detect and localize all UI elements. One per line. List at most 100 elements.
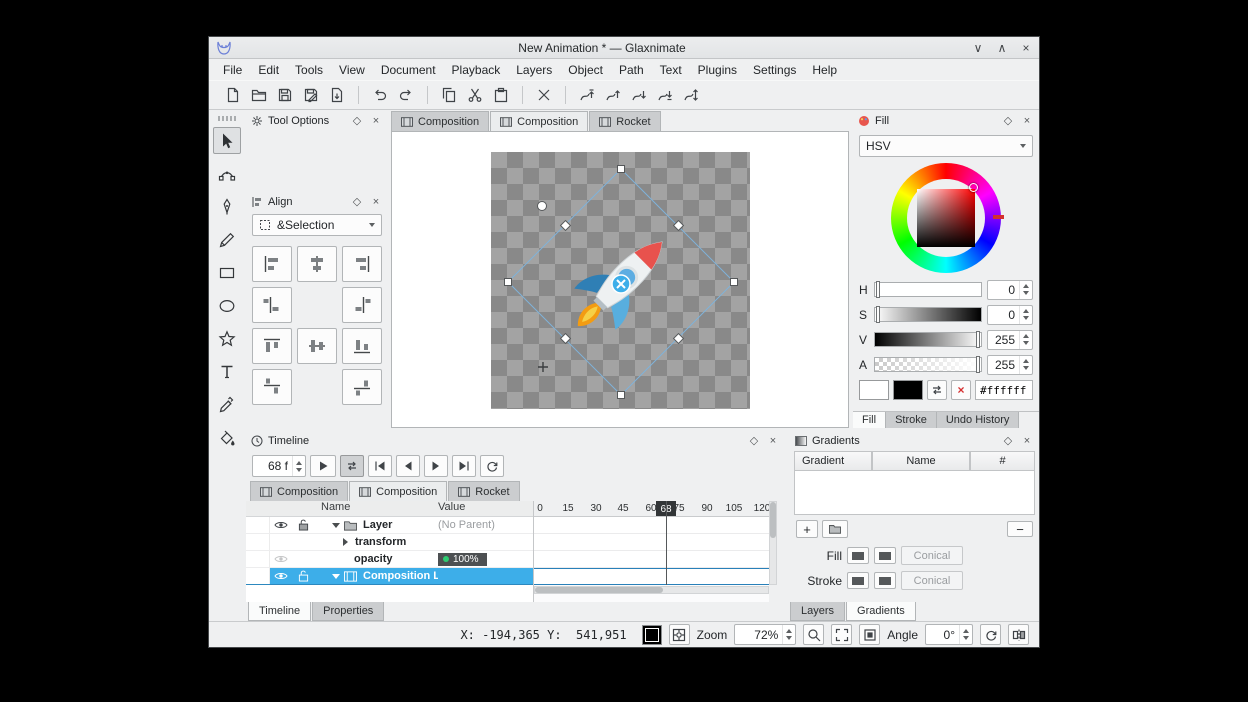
saturation-value-square[interactable] <box>917 189 975 247</box>
tab-stroke[interactable]: Stroke <box>886 412 937 428</box>
float-panel-icon[interactable]: ◇ <box>350 116 364 127</box>
toolbar-drag-handle[interactable] <box>218 116 236 121</box>
transform-row[interactable]: transform <box>246 534 533 551</box>
align-outside-top-button[interactable] <box>252 369 292 405</box>
save-as-button[interactable] <box>299 83 323 107</box>
menu-help[interactable]: Help <box>804 61 845 79</box>
loop-button[interactable] <box>340 455 364 477</box>
select-tool-button[interactable] <box>213 127 241 154</box>
timeline-tab-composition-2[interactable]: Composition <box>349 481 447 501</box>
menu-view[interactable]: View <box>331 61 373 79</box>
menu-file[interactable]: File <box>215 61 250 79</box>
titlebar[interactable]: New Animation * — Glaxnimate ∨ ∧ × <box>209 37 1039 59</box>
playhead[interactable] <box>666 501 667 585</box>
ellipse-tool-button[interactable] <box>213 292 241 319</box>
stroke-gradient-toggle-2[interactable] <box>874 572 896 589</box>
menu-edit[interactable]: Edit <box>250 61 287 79</box>
timeline-header[interactable]: Timeline ◇ × <box>246 431 785 451</box>
slider-handle[interactable] <box>876 306 880 323</box>
menu-path[interactable]: Path <box>611 61 652 79</box>
align-v-center-button[interactable] <box>297 328 337 364</box>
align-left-button[interactable] <box>252 246 292 282</box>
alpha-spinbox[interactable]: 255 <box>987 355 1033 375</box>
align-outside-bottom-button[interactable] <box>342 369 382 405</box>
rotate-handle[interactable] <box>538 202 547 211</box>
close-panel-icon[interactable]: × <box>369 197 383 208</box>
keyframe-track[interactable] <box>534 517 769 534</box>
fill-gradient-toggle-2[interactable] <box>874 547 896 564</box>
composition-layer-row[interactable]: Composition Layer <box>246 568 533 585</box>
slider-handle[interactable] <box>976 356 980 373</box>
previous-frame-button[interactable] <box>396 455 420 477</box>
close-icon[interactable]: × <box>1020 42 1032 54</box>
name-column-header[interactable]: Name <box>872 451 970 471</box>
visibility-toggle[interactable] <box>270 571 292 581</box>
align-outside-left-button[interactable] <box>252 287 292 323</box>
tab-timeline[interactable]: Timeline <box>248 602 311 621</box>
color-picker-tool-button[interactable] <box>213 391 241 418</box>
export-button[interactable] <box>325 83 349 107</box>
value-column-header[interactable]: Value <box>438 501 533 516</box>
opacity-row[interactable]: opacity 100% <box>246 551 533 568</box>
hue-slider[interactable] <box>874 282 982 297</box>
menu-playback[interactable]: Playback <box>444 61 509 79</box>
timeline-horizontal-scrollbar[interactable] <box>534 586 769 594</box>
timeline-ruler[interactable]: 0 15 30 45 60 75 90 105 120 68 <box>534 501 769 517</box>
layer-parent-value[interactable]: (No Parent) <box>438 519 533 531</box>
clear-color-button[interactable]: × <box>951 380 971 400</box>
menu-document[interactable]: Document <box>373 61 444 79</box>
tab-undo-history[interactable]: Undo History <box>937 412 1020 428</box>
fill-header[interactable]: Fill ◇ × <box>853 111 1039 131</box>
keyframe-area[interactable]: 0 15 30 45 60 75 90 105 120 68 <box>534 501 769 602</box>
close-panel-icon[interactable]: × <box>766 436 780 447</box>
gradient-presets-button[interactable] <box>822 520 848 538</box>
slider-handle[interactable] <box>976 331 980 348</box>
close-panel-icon[interactable]: × <box>1020 116 1034 127</box>
value-slider[interactable] <box>874 332 982 347</box>
visibility-toggle[interactable] <box>270 520 292 530</box>
canvas-viewport[interactable] <box>391 131 849 428</box>
frame-spinbox[interactable]: 68 f <box>252 455 306 477</box>
name-column-header[interactable]: Name <box>321 501 438 516</box>
focus-canvas-button[interactable] <box>669 624 690 645</box>
tab-layers[interactable]: Layers <box>790 602 845 621</box>
rectangle-tool-button[interactable] <box>213 259 241 286</box>
lock-toggle[interactable] <box>292 519 314 531</box>
timeline-tab-composition-1[interactable]: Composition <box>250 481 348 501</box>
fit-view-button[interactable] <box>831 624 852 645</box>
fill-tool-button[interactable] <box>213 424 241 451</box>
float-panel-icon[interactable]: ◇ <box>350 197 364 208</box>
edit-nodes-tool-button[interactable] <box>213 160 241 187</box>
secondary-color-swatch[interactable] <box>893 380 923 400</box>
bezier-tool-button[interactable] <box>213 193 241 220</box>
tab-fill[interactable]: Fill <box>853 412 886 428</box>
actual-size-button[interactable] <box>859 624 880 645</box>
zoom-fit-button[interactable] <box>803 624 824 645</box>
go-to-first-frame-button[interactable] <box>368 455 392 477</box>
float-panel-icon[interactable]: ◇ <box>747 436 761 447</box>
redo-button[interactable] <box>394 83 418 107</box>
tab-rocket[interactable]: Rocket <box>589 111 660 131</box>
record-keyframes-button[interactable] <box>480 455 504 477</box>
zoom-spinbox[interactable]: 72% <box>734 624 796 645</box>
angle-spinbox[interactable]: 0° <box>925 624 973 645</box>
menu-plugins[interactable]: Plugins <box>690 61 745 79</box>
tab-gradients[interactable]: Gradients <box>846 602 916 621</box>
flip-view-button[interactable] <box>1008 624 1029 645</box>
tool-options-header[interactable]: Tool Options ◇ × <box>246 111 388 131</box>
primary-color-swatch[interactable] <box>859 380 889 400</box>
go-to-last-frame-button[interactable] <box>452 455 476 477</box>
tab-properties[interactable]: Properties <box>312 602 384 621</box>
raise-button[interactable] <box>601 83 625 107</box>
property-name[interactable]: opacity <box>352 553 438 565</box>
current-color-indicator[interactable] <box>642 625 662 645</box>
opacity-value-chip[interactable]: 100% <box>438 553 487 566</box>
remove-gradient-button[interactable]: − <box>1007 521 1033 537</box>
alpha-slider[interactable] <box>874 357 982 372</box>
save-button[interactable] <box>273 83 297 107</box>
color-wheel[interactable] <box>853 159 1039 277</box>
anchor-handle[interactable] <box>612 275 630 293</box>
cut-button[interactable] <box>463 83 487 107</box>
keyframe-track-selected[interactable] <box>534 568 769 585</box>
hex-color-input[interactable] <box>975 380 1033 400</box>
